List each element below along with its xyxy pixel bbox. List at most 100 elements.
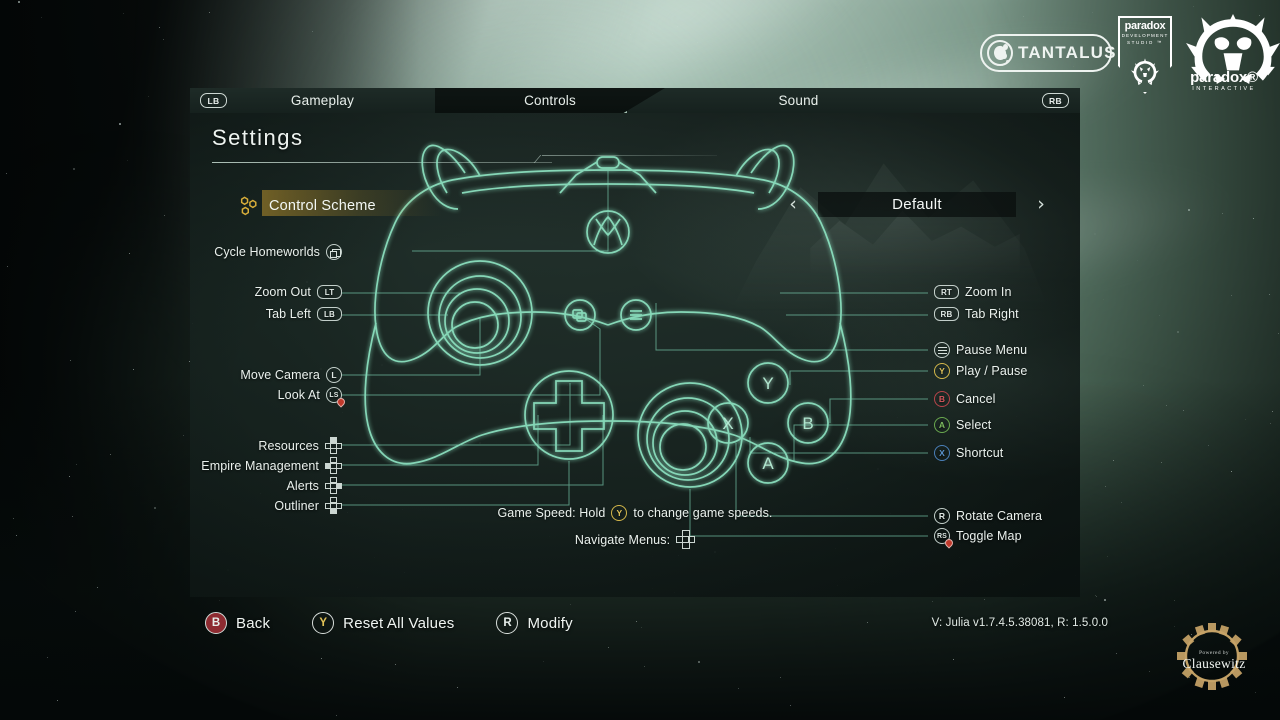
paradox-interactive-logo: paradox® INTERACTIVE <box>1178 14 1280 100</box>
star <box>1104 599 1106 601</box>
star <box>70 360 71 361</box>
star <box>336 715 337 716</box>
star <box>18 1 20 3</box>
binding-tab-right: RB Tab Right <box>934 307 1019 321</box>
star <box>1222 213 1223 214</box>
lb-bumper-icon[interactable]: LB <box>200 93 227 108</box>
star <box>738 688 739 689</box>
action-reset-all-values[interactable]: Y Reset All Values <box>312 612 454 634</box>
star <box>953 659 954 660</box>
star <box>127 160 128 161</box>
dpad-left-icon <box>325 457 342 474</box>
r-stick-icon-bottom[interactable]: R <box>496 612 519 634</box>
star <box>652 33 653 34</box>
star <box>1208 445 1209 446</box>
star <box>1188 209 1190 211</box>
star <box>219 600 220 601</box>
menu-button-icon <box>934 342 950 358</box>
view-button-icon <box>326 244 342 260</box>
controller-hints: Game Speed: Hold Y to change game speeds… <box>190 505 1080 549</box>
binding-label: Look At <box>277 388 320 402</box>
star <box>110 454 111 455</box>
binding-alerts: Alerts <box>190 477 342 494</box>
star <box>1166 405 1167 406</box>
star <box>630 34 631 35</box>
binding-move-camera: Move Camera L <box>190 367 342 383</box>
star <box>163 39 164 40</box>
b-button-icon-bottom[interactable]: B <box>205 612 227 634</box>
star <box>636 621 637 622</box>
binding-cancel: B Cancel <box>934 391 996 407</box>
tab-gameplay-label: Gameplay <box>290 93 355 108</box>
binding-label: Select <box>956 418 992 432</box>
star <box>1113 460 1114 461</box>
tantalus-mark-icon <box>987 40 1013 66</box>
binding-label: Resources <box>258 438 319 453</box>
action-back[interactable]: B Back <box>205 612 270 634</box>
action-modify[interactable]: R Modify <box>496 612 573 634</box>
clausewitz-engine-logo: Powered by Clausewitz <box>1160 620 1268 692</box>
star <box>644 666 645 667</box>
tantalus-wordmark: TANTALUS <box>1018 43 1117 62</box>
star <box>1253 218 1254 219</box>
binding-label: Shortcut <box>956 446 1004 460</box>
star <box>321 658 322 659</box>
settings-tab-bar[interactable]: Gameplay Controls Sound LB RB <box>190 88 1080 113</box>
binding-shortcut: X Shortcut <box>934 445 1003 461</box>
bottom-action-bar[interactable]: B Back Y Reset All Values R Modify <box>205 612 573 634</box>
star <box>1159 315 1160 316</box>
lb-bumper-icon-diagram: LB <box>317 307 342 321</box>
star <box>627 52 628 53</box>
star <box>1161 462 1162 463</box>
star <box>41 17 42 18</box>
binding-label: Cancel <box>956 392 996 406</box>
star <box>159 27 160 28</box>
binding-empire-management: Empire Management <box>190 457 342 474</box>
left-stick-icon: L <box>326 367 342 383</box>
star <box>570 604 571 605</box>
star <box>698 661 700 663</box>
tantalus-logo: TANTALUS <box>980 34 1115 72</box>
tab-sound[interactable]: Sound <box>627 88 940 113</box>
star <box>69 476 70 477</box>
face-button-b-letter: B <box>802 414 813 433</box>
star <box>1096 596 1097 597</box>
b-button-icon: B <box>934 391 950 407</box>
star <box>1255 692 1256 693</box>
star <box>73 168 75 170</box>
star <box>119 123 121 125</box>
rb-bumper-icon[interactable]: RB <box>1042 93 1069 108</box>
tab-gameplay[interactable]: Gameplay <box>210 88 435 113</box>
binding-label: Zoom In <box>965 285 1012 299</box>
star <box>727 66 728 67</box>
star <box>790 705 791 706</box>
star <box>13 518 14 519</box>
star <box>867 622 868 623</box>
settings-panel: Settings Control Scheme ‹ Default › Y B … <box>190 113 1080 597</box>
star <box>1107 556 1108 557</box>
star <box>457 687 458 688</box>
star <box>1137 260 1138 261</box>
tab-sound-label: Sound <box>778 93 819 108</box>
y-button-icon-bottom[interactable]: Y <box>312 612 335 634</box>
action-back-label: Back <box>236 614 271 632</box>
star <box>47 657 48 658</box>
paradox-development-studio-logo: paradox DEVELOPMENT STUDIO ™ <box>1118 16 1172 94</box>
dpad-up-icon <box>325 437 342 454</box>
star <box>395 664 396 665</box>
tab-controls-label: Controls <box>524 93 576 108</box>
hint-game-speed-suffix: to change game speeds. <box>633 506 773 520</box>
star <box>1116 653 1117 654</box>
star <box>1278 333 1279 334</box>
face-button-y-letter: Y <box>762 374 773 393</box>
pds-line-3: STUDIO ™ <box>1126 40 1164 45</box>
star <box>930 65 931 66</box>
star <box>1121 502 1122 503</box>
hint-game-speed: Game Speed: Hold Y to change game speeds… <box>190 505 1080 521</box>
clausewitz-top-text: Powered by <box>1198 650 1230 656</box>
star <box>1183 410 1184 411</box>
star <box>697 42 698 43</box>
star <box>780 677 781 678</box>
y-button-icon-hint: Y <box>611 505 628 521</box>
star <box>1177 331 1179 333</box>
